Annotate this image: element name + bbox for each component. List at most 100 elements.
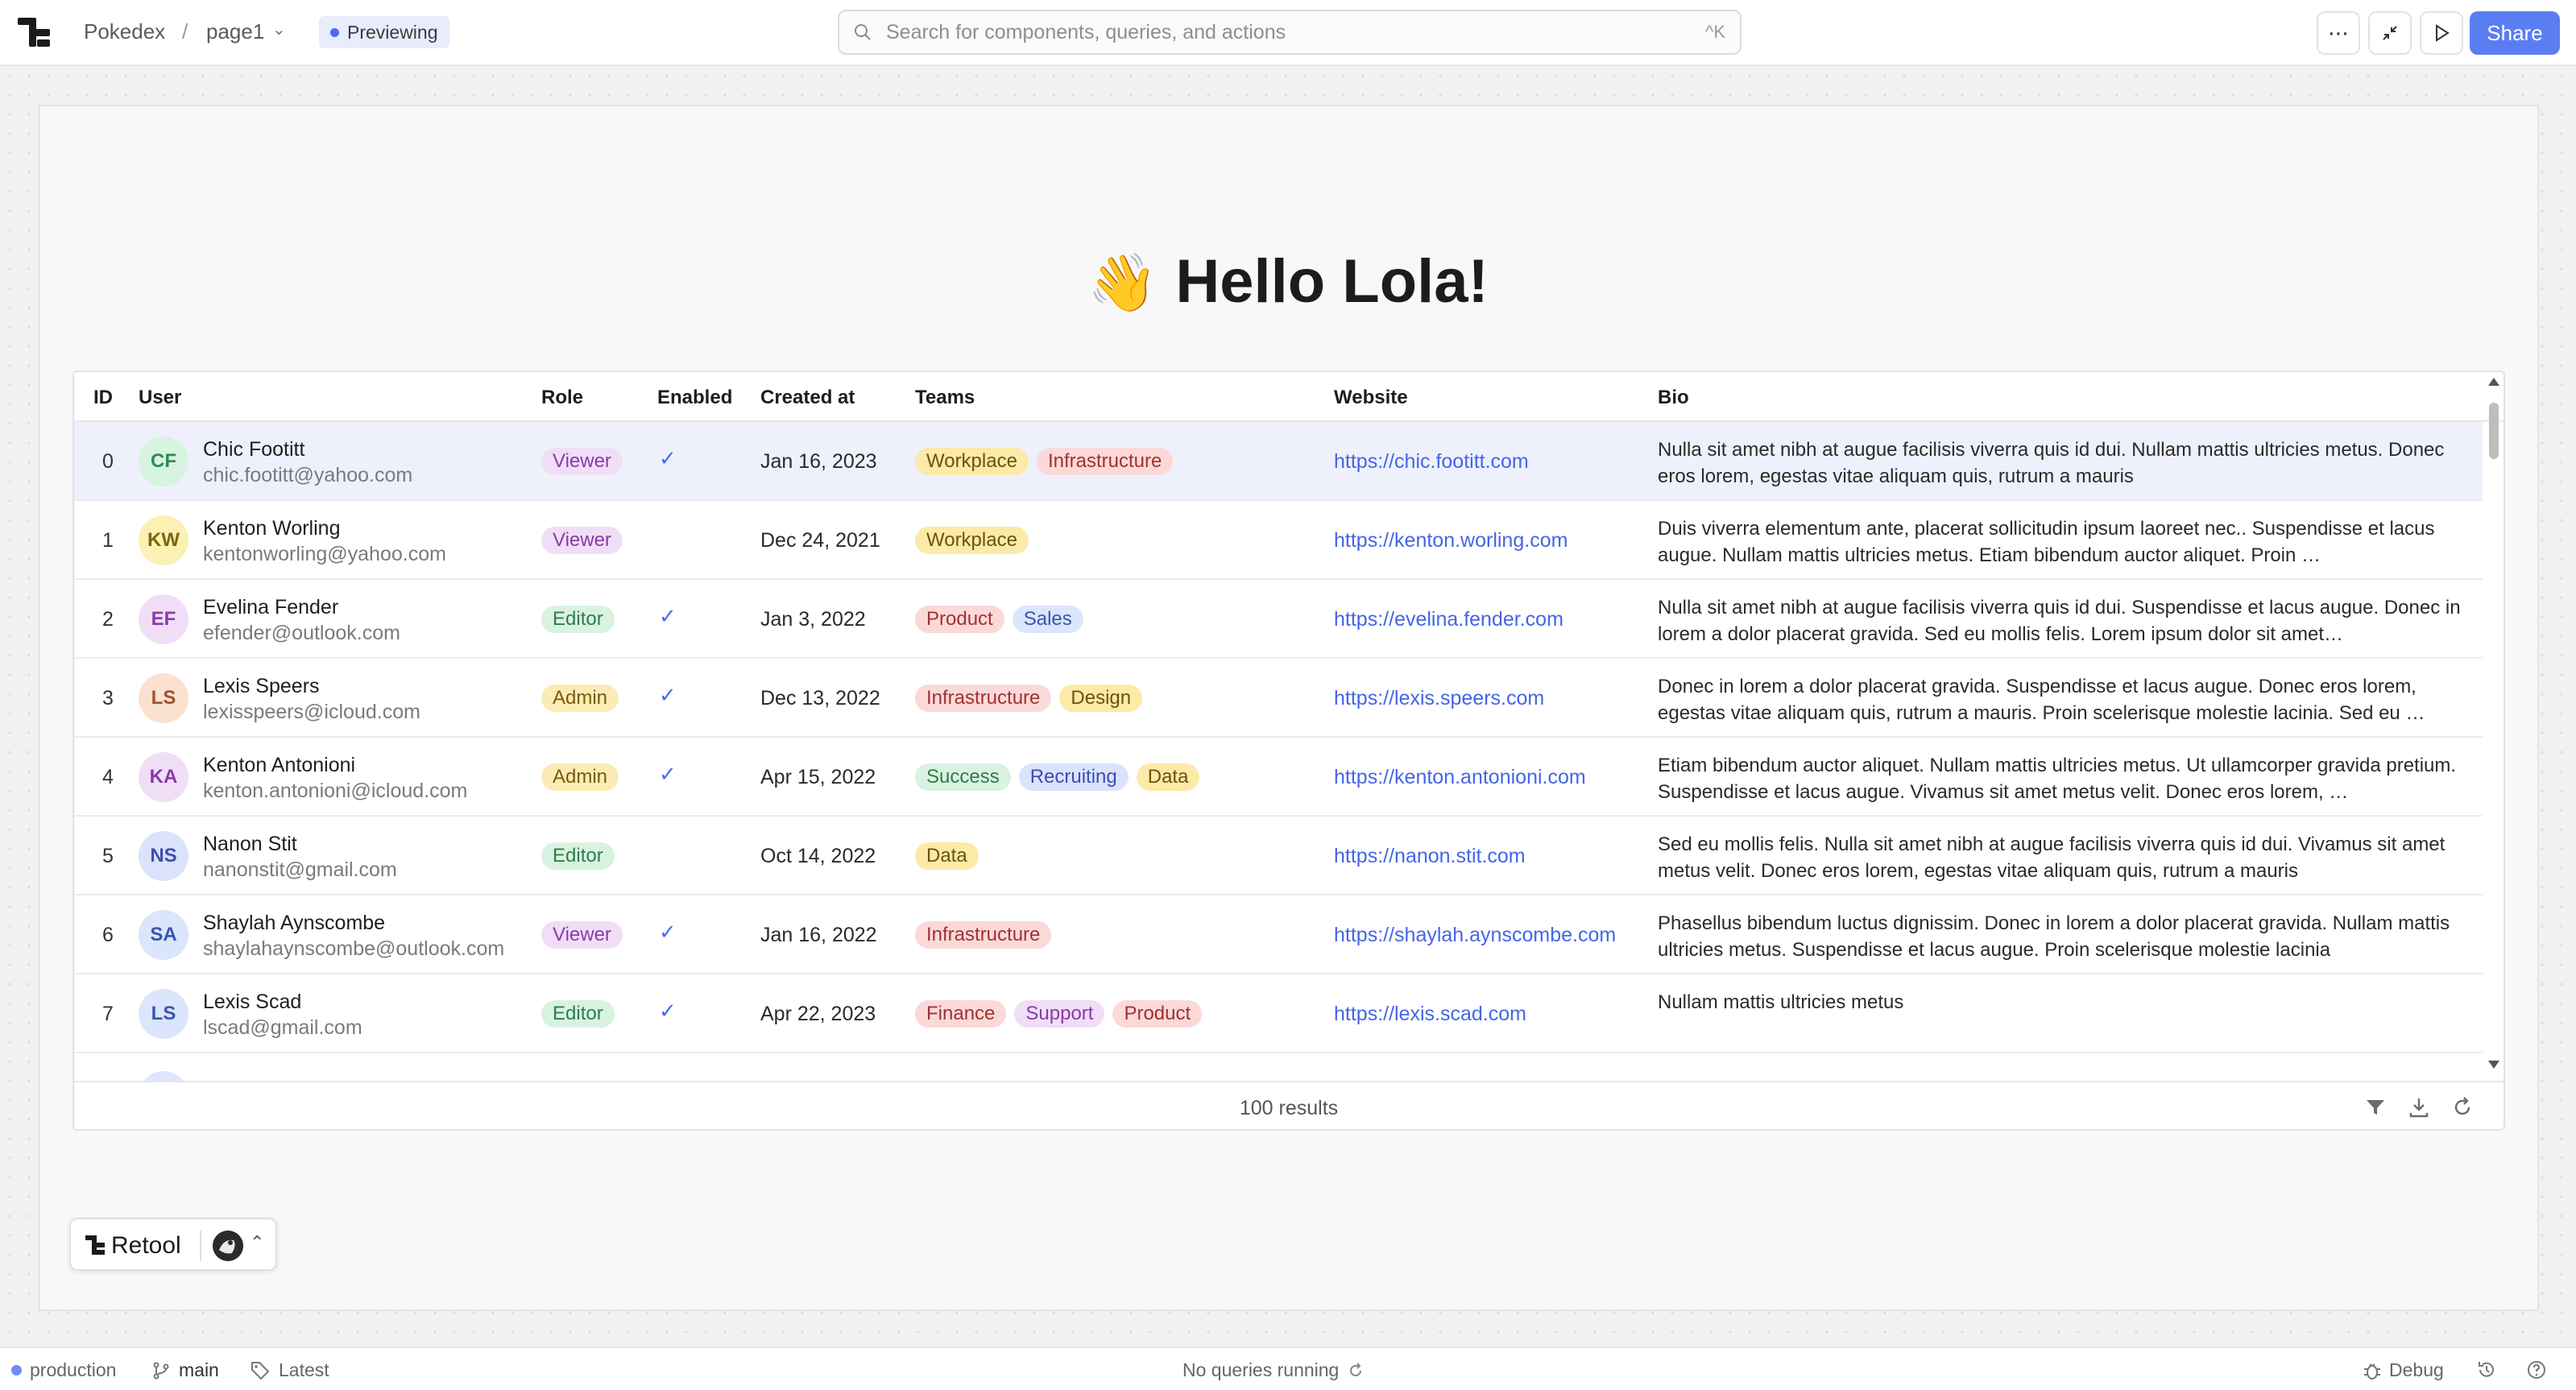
column-header-role[interactable]: Role: [541, 387, 583, 409]
user-name: Evelina Fender: [203, 596, 339, 618]
user-email: kenton.antonioni@icloud.com: [203, 780, 468, 802]
greeting-heading: 👋 Hello Lola!: [0, 246, 2576, 316]
team-tag: Product: [1112, 1000, 1203, 1028]
table-scrollbar[interactable]: [2484, 374, 2504, 1079]
user-email: nanonstit@gmail.com: [203, 858, 397, 881]
help-icon[interactable]: [2526, 1359, 2547, 1380]
website-link[interactable]: https://kenton.antonioni.com: [1334, 766, 1586, 789]
team-tag: Design: [1059, 685, 1143, 712]
user-email: lscad@gmail.com: [203, 1016, 362, 1039]
created-at: Dec 24, 2021: [760, 529, 880, 552]
command-search[interactable]: ^K: [838, 10, 1741, 55]
breadcrumb-app[interactable]: Pokedex: [84, 19, 165, 44]
column-header-teams[interactable]: Teams: [915, 387, 975, 409]
top-bar: Pokedex / page1 ⌄ Previewing ^K ⋯ Share: [0, 0, 2576, 66]
refresh-icon[interactable]: [2450, 1095, 2475, 1119]
preview-mode-badge[interactable]: Previewing: [319, 16, 449, 48]
table-row[interactable]: 7 LS Lexis Scad lscad@gmail.com Editor ✓ Apr 2…: [74, 974, 2483, 1053]
teams-list: Infrastructure Design: [915, 659, 1143, 738]
environment-dot-icon: [11, 1365, 22, 1376]
team-tag: Data: [915, 842, 979, 870]
team-tag: Workplace: [915, 527, 1029, 554]
environment-selector[interactable]: production: [11, 1359, 116, 1381]
row-id: 4: [102, 766, 114, 788]
filter-icon[interactable]: [2363, 1095, 2388, 1119]
debug-button[interactable]: Debug: [2363, 1359, 2444, 1381]
breadcrumb-page[interactable]: page1: [206, 19, 264, 44]
share-button[interactable]: Share: [2470, 11, 2560, 55]
tag-icon: [251, 1361, 270, 1380]
bio-text: Duis viverra elementum ante, placerat so…: [1658, 518, 2435, 566]
retool-badge[interactable]: Retool ⌃: [69, 1218, 277, 1271]
debug-label: Debug: [2389, 1359, 2444, 1380]
created-at: Dec 13, 2022: [760, 687, 880, 709]
download-icon[interactable]: [2407, 1095, 2431, 1119]
status-dot-icon: [330, 27, 339, 37]
search-icon: [855, 24, 871, 40]
release-selector[interactable]: Latest: [250, 1359, 329, 1381]
teams-list: Workplace: [915, 501, 1029, 580]
column-header-bio[interactable]: Bio: [1658, 387, 1689, 409]
history-icon[interactable]: [2476, 1359, 2497, 1380]
table-row-partial[interactable]: [74, 1053, 2483, 1081]
website-link[interactable]: https://shaylah.aynscombe.com: [1334, 924, 1616, 947]
avatar: SA: [139, 910, 188, 960]
chevron-down-icon[interactable]: ⌄: [272, 19, 286, 39]
row-id: 2: [102, 608, 114, 631]
website-link[interactable]: https://lexis.speers.com: [1334, 687, 1544, 710]
table-row[interactable]: 6 SA Shaylah Aynscombe shaylahaynscombe@out…: [74, 896, 2483, 974]
check-icon: ✓: [659, 446, 677, 470]
table-row[interactable]: 4 KA Kenton Antonioni kenton.antonioni@iclo…: [74, 738, 2483, 817]
team-tag: Recruiting: [1018, 763, 1129, 791]
column-header-user[interactable]: User: [139, 387, 181, 409]
user-email: efender@outlook.com: [203, 622, 400, 644]
user-name: Lexis Speers: [203, 675, 320, 697]
website-link[interactable]: https://nanon.stit.com: [1334, 845, 1526, 868]
role-badge: Viewer: [541, 527, 623, 554]
table-row[interactable]: 0 CF Chic Footitt chic.footitt@yahoo.com Vie…: [74, 422, 2483, 501]
chevron-up-icon[interactable]: ⌃: [250, 1232, 264, 1253]
table-row[interactable]: 2 EF Evelina Fender efender@outlook.com Edit…: [74, 580, 2483, 659]
team-tag: Infrastructure: [915, 921, 1052, 949]
avatar: CF: [139, 436, 188, 486]
team-tag: Finance: [915, 1000, 1007, 1028]
scroll-down-icon[interactable]: [2487, 1060, 2500, 1069]
created-at: Oct 14, 2022: [760, 845, 876, 867]
bio-text: Etiam bibendum auctor aliquet. Nullam ma…: [1658, 755, 2457, 803]
team-tag: Product: [915, 606, 1004, 633]
branch-selector[interactable]: main: [151, 1359, 219, 1381]
scroll-thumb[interactable]: [2489, 403, 2499, 459]
column-header-id[interactable]: ID: [93, 387, 113, 409]
row-id: 3: [102, 687, 114, 709]
query-status[interactable]: No queries running: [1182, 1359, 1365, 1381]
users-table[interactable]: ID User Role Enabled Created at Teams We…: [72, 370, 2505, 1131]
more-horizontal-icon: ⋯: [2328, 20, 2349, 45]
user-email: shaylahaynscombe@outlook.com: [203, 937, 505, 960]
more-button[interactable]: ⋯: [2317, 11, 2360, 55]
website-link[interactable]: https://evelina.fender.com: [1334, 608, 1563, 631]
table-header: ID User Role Enabled Created at Teams We…: [74, 372, 2504, 422]
table-row[interactable]: 1 KW Kenton Worling kentonworling@yahoo.com…: [74, 501, 2483, 580]
scroll-up-icon[interactable]: [2487, 377, 2500, 387]
website-link[interactable]: https://chic.footitt.com: [1334, 450, 1529, 474]
bio-text: Sed eu mollis felis. Nulla sit amet nibh…: [1658, 834, 2446, 882]
table-row[interactable]: 3 LS Lexis Speers lexisspeers@icloud.com Adm…: [74, 659, 2483, 738]
run-preview-button[interactable]: [2420, 11, 2463, 55]
search-input[interactable]: [886, 11, 1643, 53]
website-link[interactable]: https://kenton.worling.com: [1334, 529, 1568, 552]
search-shortcut: ^K: [1705, 22, 1725, 42]
team-tag: Support: [1014, 1000, 1105, 1028]
retool-logo-icon[interactable]: [18, 18, 50, 47]
bio-text: Nullam mattis ultricies metus: [1658, 991, 1904, 1013]
column-header-website[interactable]: Website: [1334, 387, 1408, 409]
website-link[interactable]: https://lexis.scad.com: [1334, 1003, 1526, 1026]
role-badge: Editor: [541, 842, 615, 870]
column-header-enabled[interactable]: Enabled: [657, 387, 732, 409]
check-icon: ✓: [659, 920, 677, 944]
user-avatar[interactable]: [213, 1231, 243, 1261]
column-header-created-at[interactable]: Created at: [760, 387, 855, 409]
team-tag: Success: [915, 763, 1011, 791]
git-branch-icon: [153, 1362, 169, 1379]
table-row[interactable]: 5 NS Nanon Stit nanonstit@gmail.com Editor Oc…: [74, 817, 2483, 896]
collapse-button[interactable]: [2368, 11, 2412, 55]
